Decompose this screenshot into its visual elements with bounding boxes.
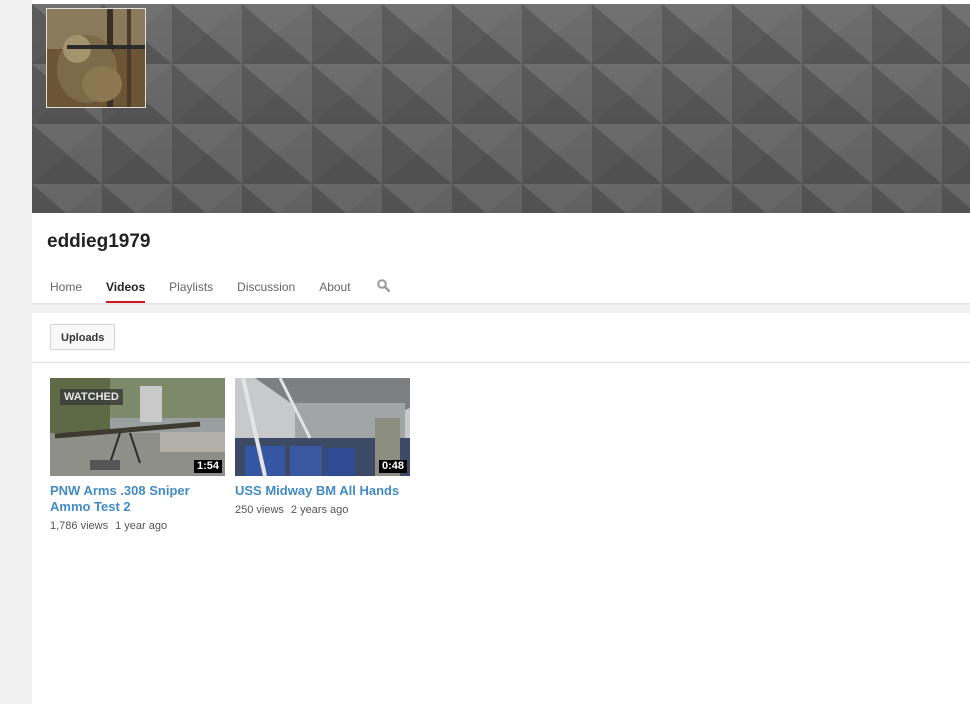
channel-tabs: Home Videos Playlists Discussion About: [38, 270, 400, 304]
video-meta: 250 views 2 years ago: [235, 504, 410, 516]
video-duration: 1:54: [193, 460, 222, 473]
video-meta: 1,786 views 1 year ago: [50, 520, 225, 532]
video-duration: 0:48: [378, 460, 407, 473]
upload-age: 2 years ago: [290, 504, 349, 516]
channel-banner: [32, 4, 970, 213]
videos-subbar: Uploads: [32, 313, 970, 363]
video-thumbnail[interactable]: WATCHED 1:54: [50, 378, 225, 476]
search-icon[interactable]: [363, 270, 400, 304]
video-item: 0:48 USS Midway BM All Hands 250 views 2 …: [235, 378, 410, 516]
uploads-button[interactable]: Uploads: [50, 324, 116, 350]
tab-videos[interactable]: Videos: [94, 270, 157, 304]
avatar-image: [47, 9, 145, 107]
channel-name[interactable]: eddieg1979: [47, 231, 151, 253]
video-item: WATCHED 1:54 PNW Arms .308 Sniper Ammo T…: [50, 378, 225, 532]
channel-page: eddieg1979 Home Videos Playlists Discuss…: [32, 0, 970, 704]
view-count: 250 views: [235, 504, 284, 516]
video-title-link[interactable]: PNW Arms .308 Sniper Ammo Test 2: [50, 483, 225, 515]
banner-pattern: [32, 4, 970, 213]
video-title-link[interactable]: USS Midway BM All Hands: [235, 483, 410, 499]
tab-discussion[interactable]: Discussion: [225, 270, 307, 304]
tab-home[interactable]: Home: [38, 270, 94, 304]
video-thumbnail[interactable]: 0:48: [235, 378, 410, 476]
tab-about[interactable]: About: [307, 270, 362, 304]
channel-avatar[interactable]: [46, 8, 146, 108]
watched-badge: WATCHED: [60, 389, 123, 405]
tab-playlists[interactable]: Playlists: [157, 270, 225, 304]
upload-age: 1 year ago: [115, 520, 168, 532]
view-count: 1,786 views: [50, 520, 109, 532]
tabs-divider: [32, 303, 970, 313]
